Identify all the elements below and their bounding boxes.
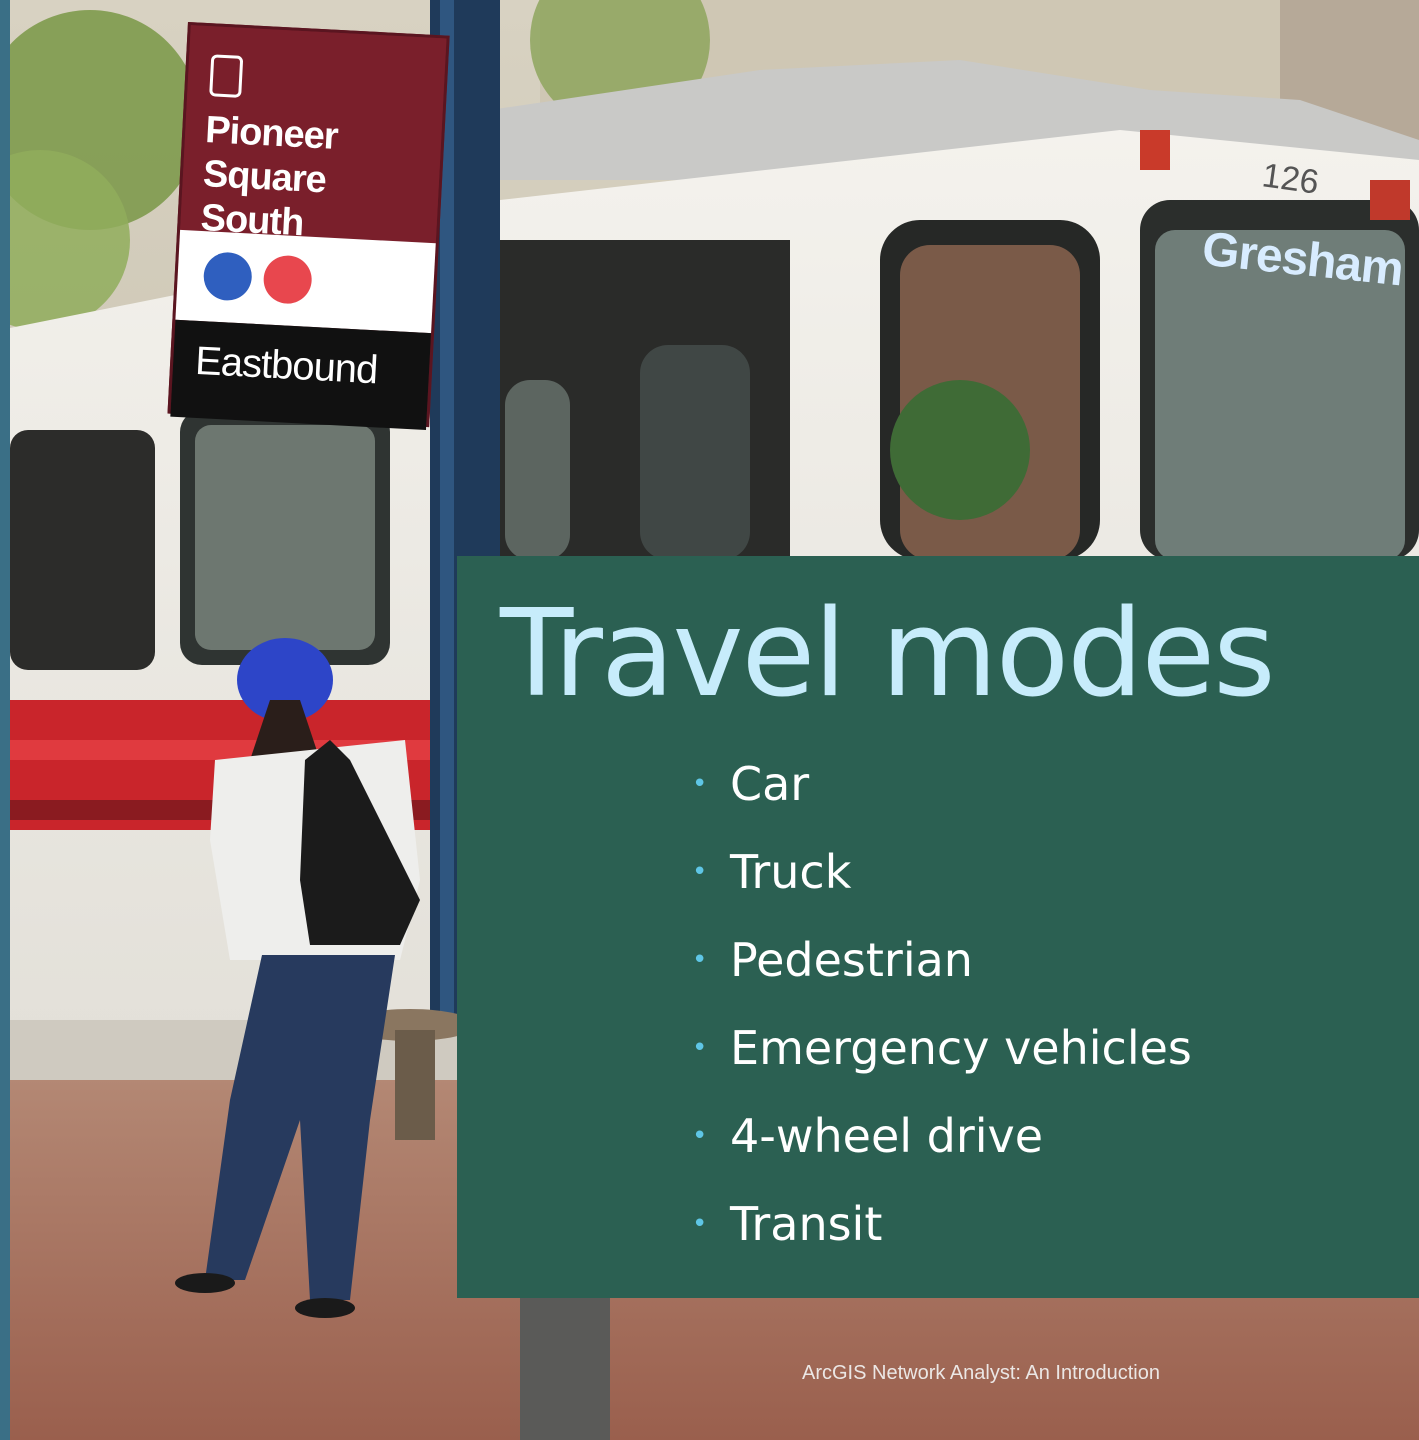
sign-bottom-panel: Eastbound <box>170 319 432 431</box>
slide-footer: ArcGIS Network Analyst: An Introduction <box>802 1362 1160 1384</box>
tram-number: 126 <box>1259 156 1322 202</box>
bullet-icon: • <box>692 857 708 887</box>
bullet-icon: • <box>692 1121 708 1151</box>
bullet-text: Emergency vehicles <box>730 1021 1192 1075</box>
station-sign: Pioneer Square South Eastbound <box>167 22 450 431</box>
bullet-text: Pedestrian <box>730 933 973 987</box>
bullet-text: Transit <box>730 1197 883 1251</box>
bullet-text: Truck <box>730 845 852 899</box>
bullet-icon: • <box>692 1209 708 1239</box>
list-item: • 4-wheel drive <box>692 1092 1192 1180</box>
blue-line-dot <box>202 251 253 302</box>
bullet-icon: • <box>692 945 708 975</box>
sign-top-panel: Pioneer Square South <box>180 25 447 244</box>
list-item: • Transit <box>692 1180 1192 1268</box>
list-item: • Truck <box>692 828 1192 916</box>
red-line-dot <box>262 254 313 305</box>
bullet-icon: • <box>692 1033 708 1063</box>
bullet-icon: • <box>692 769 708 799</box>
bullet-list: • Car • Truck • Pedestrian • Emergency vehic… <box>692 740 1192 1268</box>
list-item: • Pedestrian <box>692 916 1192 1004</box>
bullet-text: Car <box>730 757 810 811</box>
bullet-text: 4-wheel drive <box>730 1109 1044 1163</box>
direction-label: Eastbound <box>194 338 379 393</box>
list-item: • Emergency vehicles <box>692 1004 1192 1092</box>
slide-title: Travel modes <box>500 585 1276 724</box>
transit-logo-icon <box>209 54 244 98</box>
list-item: • Car <box>692 740 1192 828</box>
station-name: Pioneer Square South <box>199 109 339 245</box>
line-dots <box>175 229 436 334</box>
